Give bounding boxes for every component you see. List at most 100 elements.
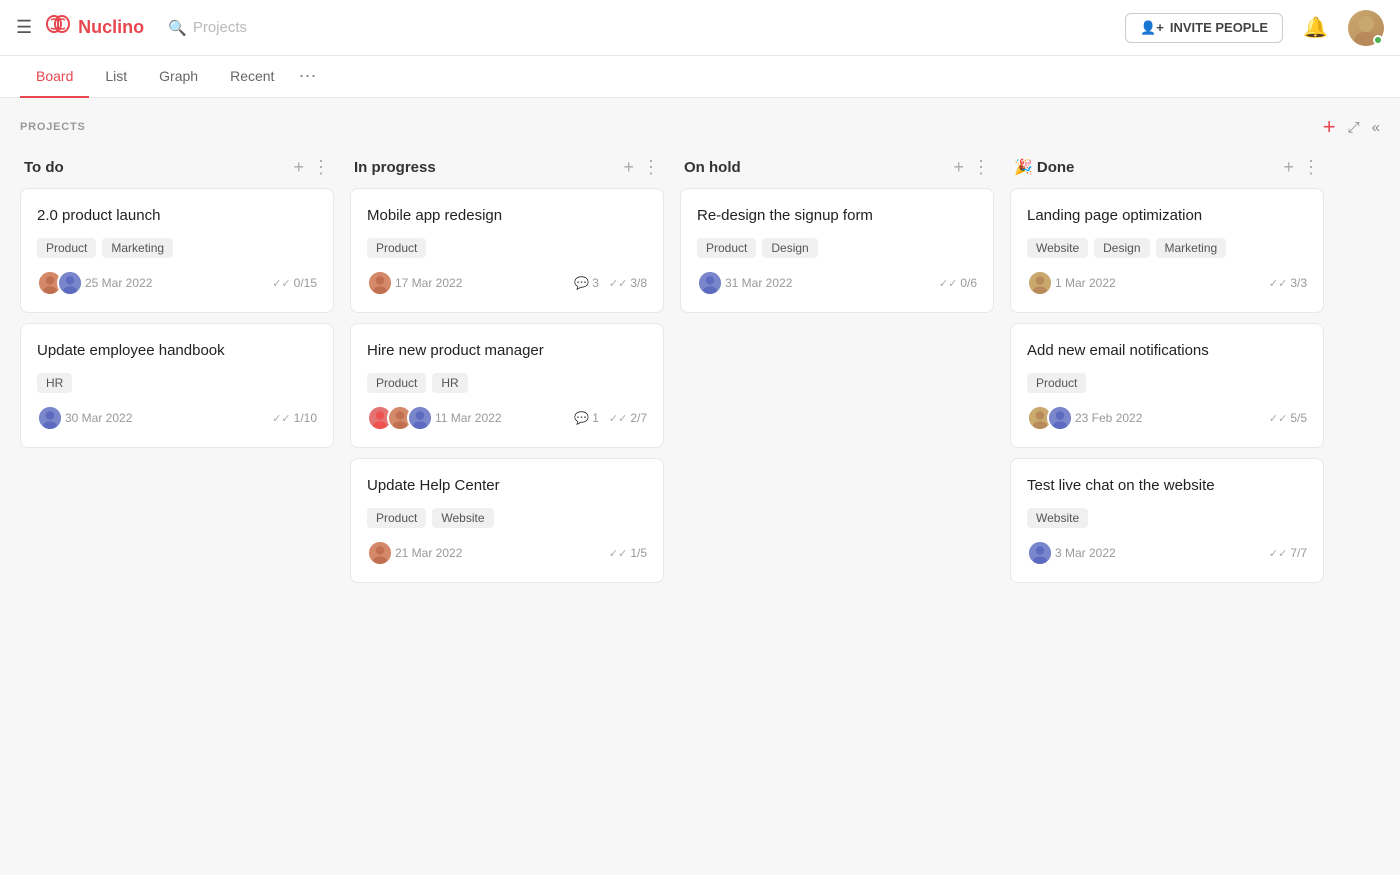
- card-c3[interactable]: Mobile app redesign Product 17 Mar 2022 …: [350, 188, 664, 313]
- tab-board[interactable]: Board: [20, 56, 89, 98]
- expand-icon[interactable]: ⤢: [1348, 119, 1360, 136]
- check-stat: ✓✓ 0/15: [272, 276, 317, 290]
- comment-icon: 💬: [574, 276, 589, 290]
- card-stats: ✓✓ 3/3: [1269, 276, 1307, 290]
- card-avatars: [1027, 270, 1047, 296]
- logo-icon: [44, 10, 72, 45]
- column-title: In progress: [354, 159, 436, 176]
- checkmark-icon: ✓✓: [939, 277, 957, 290]
- card-c5[interactable]: Update Help Center Product Website 21 Mar…: [350, 458, 664, 583]
- add-card-button[interactable]: +: [293, 158, 304, 176]
- card-tag: Product: [1027, 373, 1086, 393]
- column-menu-button[interactable]: ⋮: [312, 158, 330, 176]
- tab-graph[interactable]: Graph: [143, 56, 214, 98]
- check-stat: ✓✓ 3/3: [1269, 276, 1307, 290]
- card-avatar: [367, 270, 393, 296]
- notifications-icon[interactable]: 🔔: [1303, 15, 1328, 40]
- projects-header: PROJECTS + ⤢ «: [0, 98, 1400, 150]
- check-stat: ✓✓ 3/8: [609, 276, 647, 290]
- check-stat: ✓✓ 1/10: [272, 411, 317, 425]
- card-tag: HR: [432, 373, 467, 393]
- card-c2[interactable]: Update employee handbook HR 30 Mar 2022 …: [20, 323, 334, 448]
- card-avatars: [697, 270, 717, 296]
- card-date: 17 Mar 2022: [395, 276, 462, 290]
- collapse-icon[interactable]: «: [1372, 119, 1380, 136]
- card-avatar: [407, 405, 433, 431]
- card-tag: Design: [762, 238, 817, 258]
- section-label: PROJECTS: [20, 121, 86, 133]
- card-c7[interactable]: Landing page optimization WebsiteDesignM…: [1010, 188, 1324, 313]
- checkmark-icon: ✓✓: [609, 412, 627, 425]
- card-footer: 30 Mar 2022 ✓✓ 1/10: [37, 405, 317, 431]
- tab-bar: Board List Graph Recent ⋯: [0, 56, 1400, 98]
- card-c1[interactable]: 2.0 product launch ProductMarketing 25 M…: [20, 188, 334, 313]
- search-placeholder: Projects: [193, 19, 247, 36]
- search-area[interactable]: 🔍 Projects: [168, 19, 247, 37]
- card-meta: 31 Mar 2022: [697, 270, 792, 296]
- invite-people-button[interactable]: 👤+ INVITE PEOPLE: [1125, 13, 1283, 43]
- card-avatar: [367, 540, 393, 566]
- check-stat: ✓✓ 1/5: [609, 546, 647, 560]
- card-meta: 11 Mar 2022: [367, 405, 502, 431]
- card-stats: ✓✓ 7/7: [1269, 546, 1307, 560]
- card-date: 23 Feb 2022: [1075, 411, 1142, 425]
- card-title: Re-design the signup form: [697, 205, 977, 226]
- card-avatars: [367, 540, 387, 566]
- invite-label: INVITE PEOPLE: [1170, 20, 1268, 35]
- comment-stat: 💬 3: [574, 276, 599, 290]
- tab-more-icon[interactable]: ⋯: [290, 56, 324, 97]
- column-title: Done: [1037, 159, 1075, 176]
- column-done: 🎉 Done + ⋮ Landing page optimization Web…: [1002, 150, 1332, 593]
- menu-icon[interactable]: ☰: [16, 17, 32, 38]
- card-tag: Product: [367, 238, 426, 258]
- card-title: Landing page optimization: [1027, 205, 1307, 226]
- card-avatar: [57, 270, 83, 296]
- user-avatar[interactable]: [1348, 10, 1384, 46]
- logo[interactable]: Nuclino: [44, 10, 144, 45]
- card-tag: Product: [37, 238, 96, 258]
- card-c9[interactable]: Test live chat on the website Website 3 …: [1010, 458, 1324, 583]
- card-tags: ProductMarketing: [37, 238, 317, 258]
- card-title: Add new email notifications: [1027, 340, 1307, 361]
- card-title: Hire new product manager: [367, 340, 647, 361]
- card-tag: HR: [37, 373, 72, 393]
- card-tag: Website: [1027, 508, 1088, 528]
- card-tag: Website: [432, 508, 493, 528]
- card-meta: 30 Mar 2022: [37, 405, 132, 431]
- tab-recent[interactable]: Recent: [214, 56, 290, 98]
- add-card-button[interactable]: +: [1283, 158, 1294, 176]
- tab-list[interactable]: List: [89, 56, 143, 98]
- column-menu-button[interactable]: ⋮: [1302, 158, 1320, 176]
- card-c6[interactable]: Re-design the signup form ProductDesign …: [680, 188, 994, 313]
- board: To do + ⋮ 2.0 product launch ProductMark…: [0, 150, 1400, 613]
- card-stats: 💬 3 ✓✓ 3/8: [574, 276, 647, 290]
- card-tag: Product: [697, 238, 756, 258]
- checkmark-icon: ✓✓: [272, 412, 290, 425]
- logo-text: Nuclino: [78, 17, 144, 38]
- card-tags: HR: [37, 373, 317, 393]
- card-title: Update Help Center: [367, 475, 647, 496]
- card-tag: Product: [367, 508, 426, 528]
- card-date: 21 Mar 2022: [395, 546, 462, 560]
- card-tag: Product: [367, 373, 426, 393]
- card-title: Mobile app redesign: [367, 205, 647, 226]
- card-meta: 25 Mar 2022: [37, 270, 152, 296]
- card-footer: 11 Mar 2022 💬 1 ✓✓ 2/7: [367, 405, 647, 431]
- card-footer: 1 Mar 2022 ✓✓ 3/3: [1027, 270, 1307, 296]
- column-header-done: 🎉 Done + ⋮: [1010, 150, 1324, 188]
- column-menu-button[interactable]: ⋮: [642, 158, 660, 176]
- card-footer: 25 Mar 2022 ✓✓ 0/15: [37, 270, 317, 296]
- card-tag: Website: [1027, 238, 1088, 258]
- column-menu-button[interactable]: ⋮: [972, 158, 990, 176]
- comment-icon: 💬: [574, 411, 589, 425]
- card-c4[interactable]: Hire new product manager Product HR 11 Ma…: [350, 323, 664, 448]
- card-footer: 3 Mar 2022 ✓✓ 7/7: [1027, 540, 1307, 566]
- add-card-button[interactable]: +: [623, 158, 634, 176]
- card-meta: 1 Mar 2022: [1027, 270, 1116, 296]
- add-card-button[interactable]: +: [953, 158, 964, 176]
- column-header-onhold: On hold + ⋮: [680, 150, 994, 188]
- card-c8[interactable]: Add new email notifications Product 23 F…: [1010, 323, 1324, 448]
- add-project-button[interactable]: +: [1323, 114, 1336, 140]
- checkmark-icon: ✓✓: [609, 547, 627, 560]
- checkmark-icon: ✓✓: [272, 277, 290, 290]
